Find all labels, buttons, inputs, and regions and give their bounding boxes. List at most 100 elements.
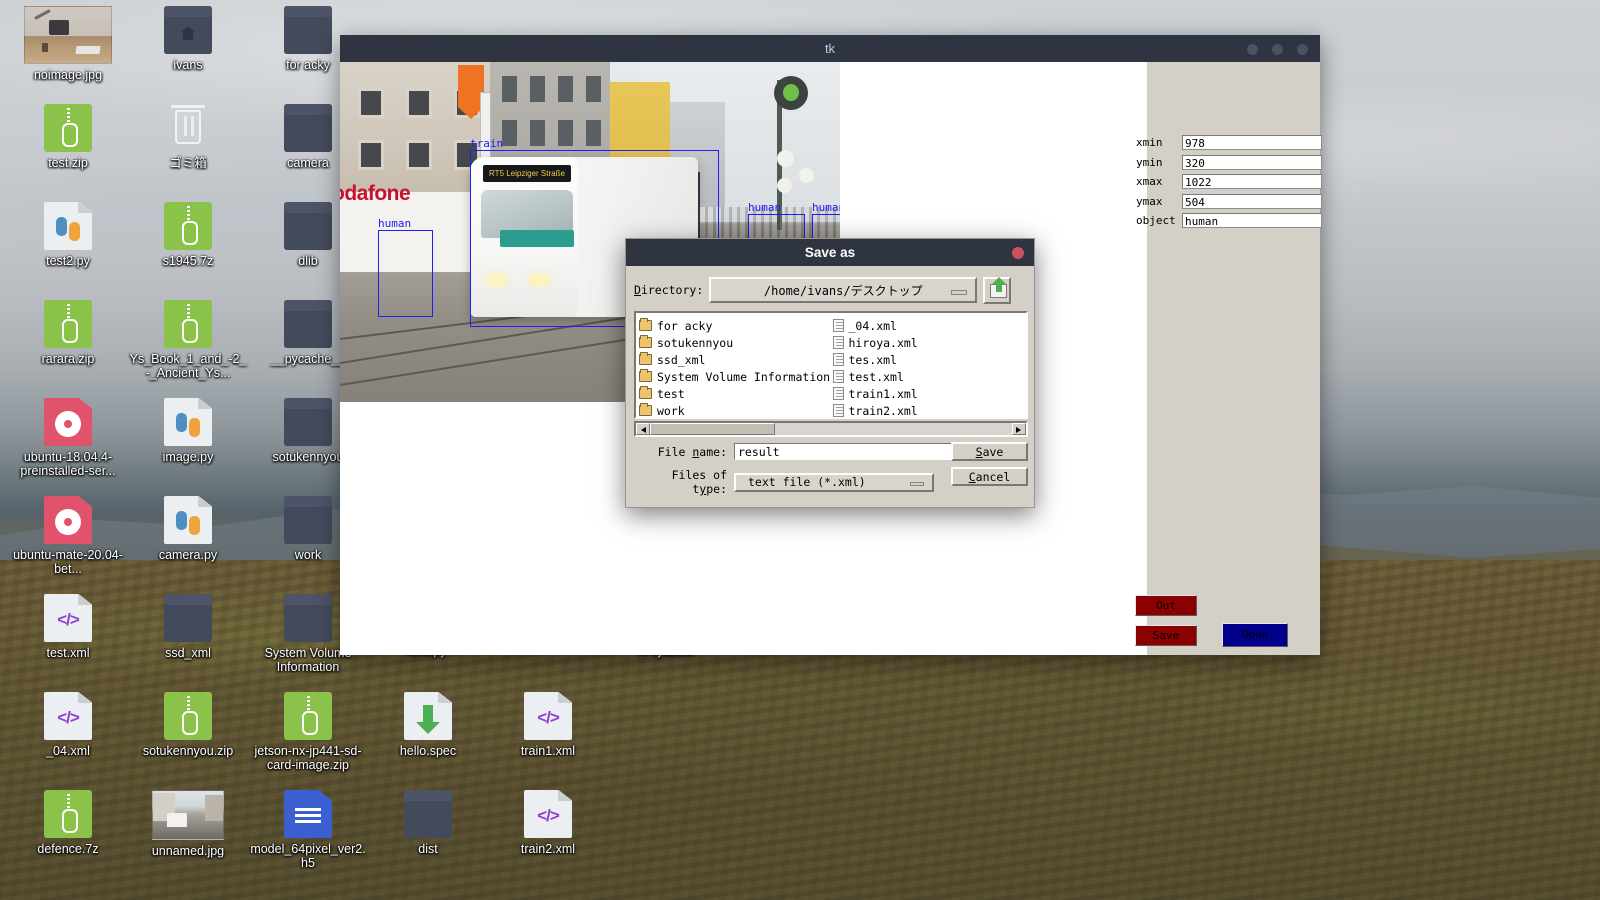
coordinate-input[interactable]: 978 [1182,135,1322,150]
coordinate-input[interactable]: 504 [1182,194,1322,209]
folder-icon [284,202,332,250]
folder-list-item[interactable]: System Volume Information [639,368,833,385]
desktop-icon[interactable]: </>train2.xml [488,790,608,856]
desktop-icon[interactable]: image.py [128,398,248,464]
close-icon[interactable] [1012,247,1024,259]
desktop-icon-label: train1.xml [488,744,608,758]
desktop-icon[interactable]: model_64pixel_ver2.h5 [248,790,368,870]
folder-name: ssd_xml [657,353,705,367]
tk-titlebar[interactable]: tk [340,35,1320,62]
file-list-item[interactable]: train2.xml [833,402,1027,419]
desktop-icon[interactable]: hello.spec [368,692,488,758]
filename-input[interactable]: result [734,443,952,460]
desktop-icon-label: dist [368,842,488,856]
chevron-down-icon[interactable] [910,482,924,486]
save-dialog-titlebar[interactable]: Save as [626,239,1034,266]
folder-list-item[interactable]: test [639,385,833,402]
directory-combobox[interactable]: /home/ivans/デスクトップ [709,277,977,303]
trash-icon [164,104,212,152]
desktop-icon[interactable]: ゴミ箱 [128,104,248,170]
desktop-icon[interactable]: s1945.7z [128,202,248,268]
desktop-icon-label: train2.xml [488,842,608,856]
desktop-icon[interactable]: ubuntu-18.04.4-preinstalled-ser... [8,398,128,478]
spec-file-icon [404,692,452,740]
desktop-icon[interactable]: camera.py [128,496,248,562]
file-browser-list[interactable]: for ackysotukennyou ssd_xml System Volume … [634,311,1028,419]
desktop-icon[interactable]: noimage.jpg [8,6,128,82]
folder-name: System Volume Information [657,370,830,384]
desktop-icon[interactable]: rarara.zip [8,300,128,366]
desktop-icon-label: unnamed.jpg [128,844,248,858]
open-button[interactable]: Open [1222,623,1288,647]
desktop-icon-label: ivans [128,58,248,72]
file-list-item[interactable]: hiroya.xml [833,334,1027,351]
file-list-item[interactable]: _04.xml [833,317,1027,334]
desktop-icon-label: noimage.jpg [8,68,128,82]
photo-lamp-globe-1 [777,150,794,167]
desktop-icon[interactable]: ssd_xml [128,594,248,660]
desktop-icon[interactable]: </>train1.xml [488,692,608,758]
desktop-icon[interactable]: </>_04.xml [8,692,128,758]
close-dot-icon[interactable] [1297,44,1308,55]
cancel-button[interactable]: Cancel [951,467,1028,486]
desktop-icon[interactable]: test2.py [8,202,128,268]
desktop-icon[interactable]: test.zip [8,104,128,170]
folder-icon [639,405,652,416]
desktop-icon[interactable]: ivans [128,6,248,72]
archive-icon [44,300,92,348]
tk-window-title: tk [825,41,835,56]
save-as-dialog[interactable]: Save as Directory: /home/ivans/デスクトップ fo… [625,238,1035,508]
folder-list-item[interactable]: sotukennyou [639,334,833,351]
python-file-icon [164,496,212,544]
desktop-icon[interactable]: Ys_Book_1_and_-2_-_Ancient_Ys... [128,300,248,380]
filetype-value: text file (*.xml) [748,475,866,489]
desktop-icon[interactable]: unnamed.jpg [128,790,248,858]
folder-up-icon[interactable] [983,277,1011,304]
file-column: _04.xmlhiroya.xmltes.xmltest.xmltrain1.x… [833,317,1027,419]
folder-list-item[interactable]: ssd_xml [639,351,833,368]
folder-icon [284,300,332,348]
file-icon [833,336,844,349]
scroll-left-arrow-icon[interactable] [636,423,650,435]
folder-icon [639,371,652,382]
desktop-icon[interactable]: jetson-nx-jp441-sd-card-image.zip [248,692,368,772]
out-button[interactable]: Out [1135,595,1197,616]
scrollbar-thumb[interactable] [650,423,775,435]
folder-list-item[interactable]: work [639,402,833,419]
folder-name: for acky [657,319,712,333]
xml-file-icon: </> [44,692,92,740]
desktop-icon[interactable]: ubuntu-mate-20.04-bet... [8,496,128,576]
desktop-icon-label: camera.py [128,548,248,562]
desktop-icon-label: sotukennyou.zip [128,744,248,758]
maximize-dot-icon[interactable] [1272,44,1283,55]
file-list-item[interactable]: train1.xml [833,385,1027,402]
coordinate-label: xmax [1136,175,1182,188]
desktop-icon[interactable]: dist [368,790,488,856]
coordinate-input[interactable]: 1022 [1182,174,1322,189]
save-button[interactable]: Save [1135,625,1197,646]
h5-file-icon [284,790,332,838]
folder-list-item[interactable]: for acky [639,317,833,334]
scroll-right-arrow-icon[interactable] [1012,423,1026,435]
minimize-dot-icon[interactable] [1247,44,1258,55]
file-list-item[interactable]: tes.xml [833,351,1027,368]
desktop-icon[interactable]: sotukennyou.zip [128,692,248,758]
archive-icon [164,202,212,250]
desktop-icon[interactable]: </>test.xml [8,594,128,660]
chevron-down-icon[interactable] [951,290,967,295]
filetype-combobox[interactable]: text file (*.xml) [734,473,934,492]
coordinate-input[interactable]: human [1182,213,1322,228]
file-name: train2.xml [849,404,918,418]
save-button[interactable]: Save [951,442,1028,461]
desktop-icon-label: s1945.7z [128,254,248,268]
coordinate-row: xmax1022 [1136,173,1322,190]
desktop-icon-label: defence.7z [8,842,128,856]
coordinate-input[interactable]: 320 [1182,155,1322,170]
bounding-box[interactable] [378,230,433,317]
horizontal-scrollbar[interactable] [634,421,1028,437]
archive-icon [164,692,212,740]
folder-icon [284,398,332,446]
file-list-item[interactable]: test.xml [833,368,1027,385]
desktop-icon[interactable]: defence.7z [8,790,128,856]
desktop-icon-label: model_64pixel_ver2.h5 [248,842,368,870]
